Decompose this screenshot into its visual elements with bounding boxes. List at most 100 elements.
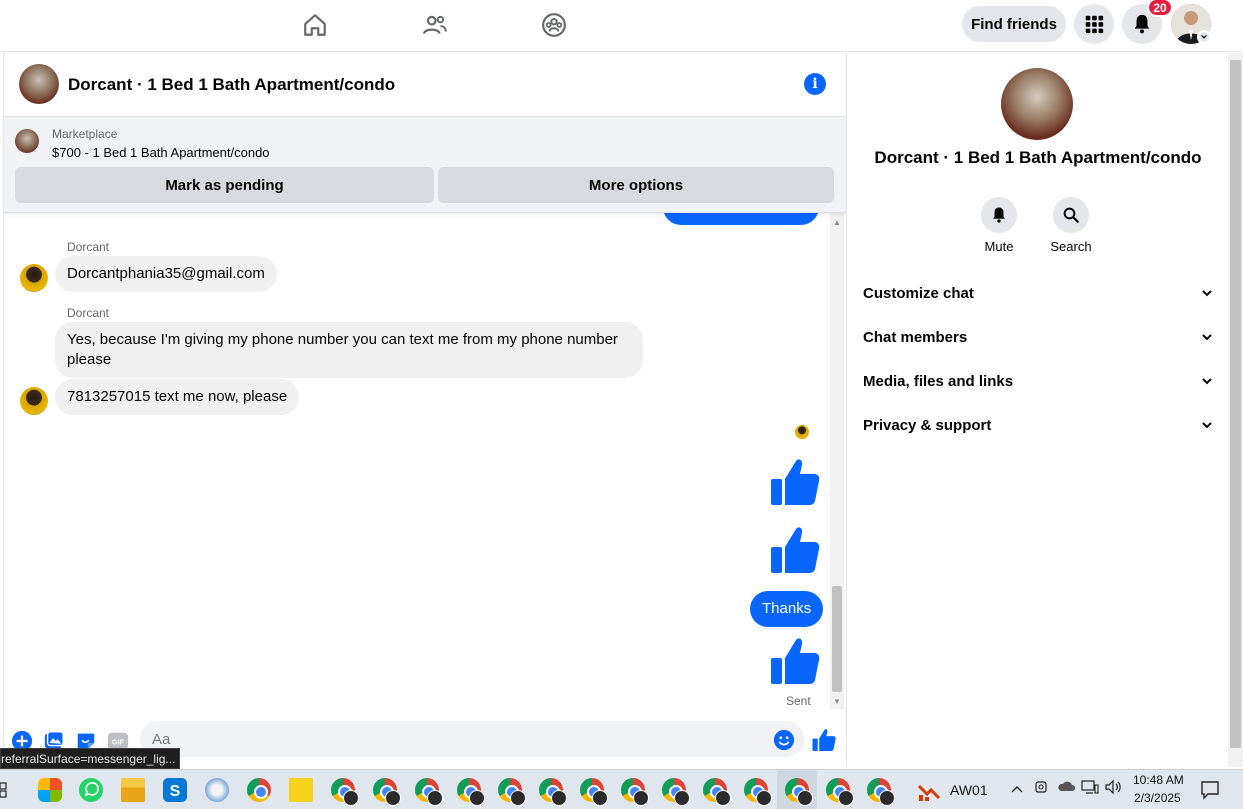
message-bubble-incoming: Dorcantphania35@gmail.com [55,256,277,292]
notification-count-badge: 20 [1147,0,1173,17]
chrome-profile-icon[interactable] [703,778,731,806]
section-chat-members[interactable]: Chat members [863,317,1213,357]
message-bubble-incoming: 7813257015 text me now, please [55,379,300,415]
section-label: Media, files and links [863,372,1014,390]
section-label: Chat members [863,328,968,346]
mark-as-pending-button[interactable]: Mark as pending [15,167,434,203]
listing-thumbnail[interactable] [15,129,39,153]
page-scrollbar-thumb[interactable] [1230,60,1241,748]
chrome-profile-icon[interactable] [580,778,608,806]
grid-icon [1085,15,1104,34]
find-friends-button[interactable]: Find friends [962,6,1066,42]
skype-icon[interactable]: S [163,778,187,802]
chat-title[interactable]: Dorcant · 1 Bed 1 Bath Apartment/condo [68,75,395,95]
chrome-profile-icon[interactable] [621,778,649,806]
chevron-down-icon [1202,334,1212,341]
chrome-profile-icon-active[interactable] [785,778,813,806]
chrome-profile-icon[interactable] [662,778,690,806]
groups-icon[interactable] [534,8,574,42]
chrome-profile-icon[interactable] [826,778,854,806]
message-bubble-outgoing-partial [663,213,819,225]
message-bubble-outgoing: Thanks [750,591,824,627]
chrome-profile-icon[interactable] [867,778,895,806]
meet-now-icon[interactable] [1034,779,1050,798]
clock-time[interactable]: 10:48 AM [1133,773,1184,787]
message-bubble-incoming: Yes, because I'm giving my phone number … [55,322,643,378]
marketplace-label: Marketplace [52,127,118,141]
svg-text:GIF: GIF [112,738,125,747]
listing-title[interactable]: $700 - 1 Bed 1 Bath Apartment/condo [52,145,270,160]
snipping-tool-icon[interactable] [205,778,229,802]
thumbs-up-icon [771,527,820,573]
chat-header: Dorcant · 1 Bed 1 Bath Apartment/condo i [4,53,846,117]
chrome-profile-icon[interactable] [331,778,359,806]
message-scrollbar-thumb[interactable] [832,586,842,692]
chevron-down-icon [1202,378,1212,385]
show-hidden-icons-icon[interactable] [1011,781,1023,796]
search-label: Search [1050,239,1092,254]
bell-icon [1134,14,1150,34]
more-options-button[interactable]: More options [438,167,834,203]
bell-icon[interactable] [981,197,1017,233]
chrome-profile-icon[interactable] [744,778,772,806]
section-privacy-support[interactable]: Privacy & support [863,405,1213,445]
chevron-down-icon [1202,290,1212,297]
chrome-icon[interactable] [247,778,271,802]
chevron-down-icon [1202,422,1212,429]
menu-grid-button[interactable] [1074,4,1114,44]
info-icon[interactable]: i [804,73,826,95]
network-icon[interactable] [1081,779,1099,798]
onedrive-icon[interactable] [1057,779,1075,796]
message-input[interactable] [140,721,804,757]
stock-chart-icon[interactable] [917,778,943,802]
sent-status: Sent [786,694,811,708]
thumbs-up-icon [771,638,820,684]
file-explorer-icon[interactable] [121,778,145,802]
chat-details-panel: Dorcant · 1 Bed 1 Bath Apartment/condo M… [848,53,1228,767]
chrome-profile-icon[interactable] [457,778,485,806]
sender-avatar[interactable] [20,387,48,415]
copilot-icon[interactable] [38,778,62,802]
link-status-tooltip: referralSurface=messenger_lig... [0,748,181,769]
chrome-profile-icon[interactable] [539,778,567,806]
message-list: Dorcant Dorcantphania35@gmail.com Dorcan… [4,213,829,719]
windows-taskbar: S AW01 10:48 AM 2/3/2025 [0,769,1243,809]
sender-name: Dorcant [67,306,110,320]
scroll-up-arrow-icon[interactable]: ▲ [832,217,842,227]
clock-date[interactable]: 2/3/2025 [1134,791,1181,805]
friends-icon[interactable] [415,8,455,42]
mute-label: Mute [984,239,1014,254]
mute-action[interactable]: Mute [969,197,1029,254]
read-receipt-avatar [795,425,809,439]
section-media-files-links[interactable]: Media, files and links [863,361,1213,401]
scroll-down-arrow-icon[interactable]: ▼ [832,696,842,706]
chrome-profile-icon[interactable] [498,778,526,806]
conversation-title: Dorcant · 1 Bed 1 Bath Apartment/condo [874,148,1202,167]
account-menu-chevron-icon[interactable] [1197,30,1211,44]
svg-text:S: S [170,783,181,800]
search-icon[interactable] [1053,197,1089,233]
whatsapp-icon[interactable] [79,778,103,802]
home-icon[interactable] [295,8,335,42]
section-label: Customize chat [863,284,974,302]
section-customize-chat[interactable]: Customize chat [863,273,1213,313]
sender-avatar[interactable] [20,264,48,292]
emoji-icon[interactable] [772,728,796,752]
thumbs-up-icon [771,459,820,505]
top-navigation-bar: Find friends 20 [0,0,1243,52]
chrome-profile-icon[interactable] [373,778,401,806]
chat-panel: Dorcant · 1 Bed 1 Bath Apartment/condo i… [3,53,847,767]
chrome-profile-icon[interactable] [415,778,443,806]
send-like-icon[interactable] [812,728,836,752]
notification-center-icon[interactable] [1200,780,1220,800]
marketplace-banner: Marketplace $700 - 1 Bed 1 Bath Apartmen… [4,117,846,213]
search-action[interactable]: Search [1041,197,1101,254]
conversation-avatar[interactable] [1001,68,1073,140]
volume-icon[interactable] [1104,779,1122,798]
sender-name: Dorcant [67,240,110,254]
tray-label[interactable]: AW01 [950,782,988,798]
sticky-notes-icon[interactable] [289,778,313,802]
task-view-icon[interactable] [0,782,10,798]
chat-avatar[interactable] [19,64,59,104]
section-label: Privacy & support [863,416,992,434]
